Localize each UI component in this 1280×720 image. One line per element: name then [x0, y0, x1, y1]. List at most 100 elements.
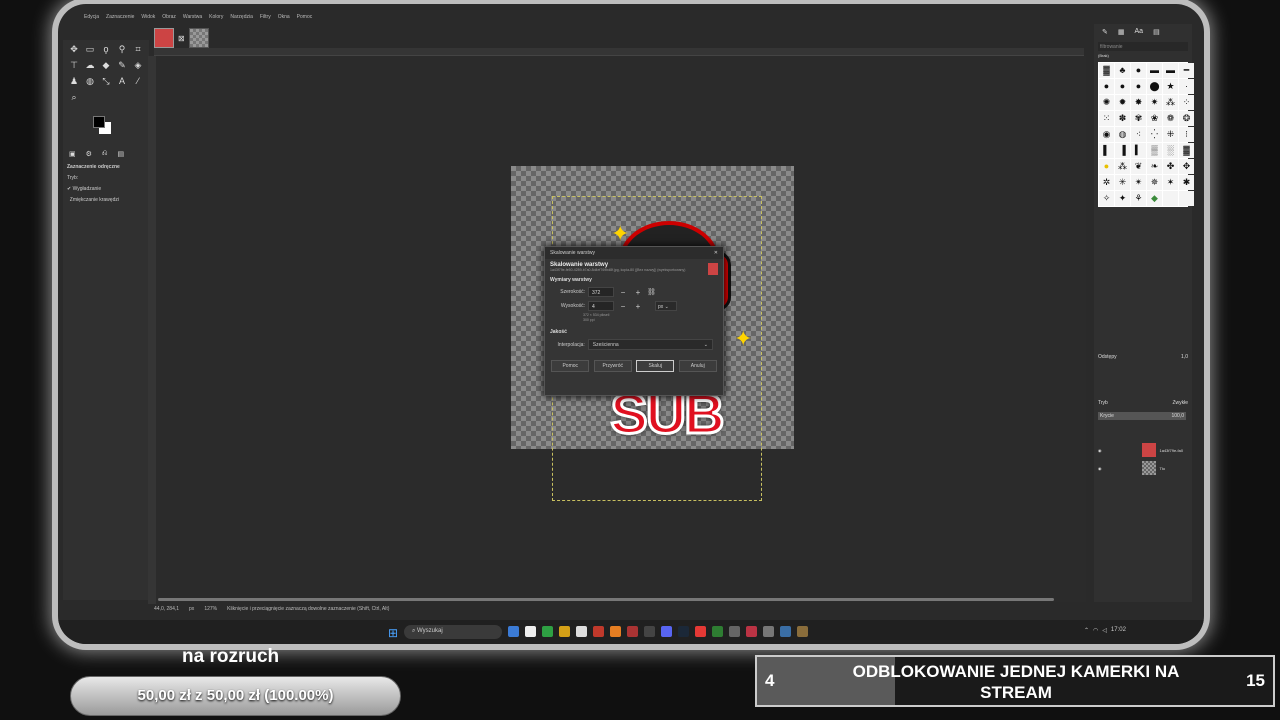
brush-item[interactable]: ✧: [1099, 191, 1114, 206]
menu-image[interactable]: Obraz: [162, 14, 176, 26]
layer-row[interactable]: ◉ 1a43f79e-fa0: [1098, 442, 1188, 458]
brush-item[interactable]: [1179, 191, 1194, 206]
brush-item[interactable]: ⁘: [1179, 95, 1194, 110]
brush-item[interactable]: ▓: [1179, 143, 1194, 158]
taskbar-search[interactable]: ⌕ Wyszukaj: [404, 625, 502, 639]
brush-item[interactable]: ⁜: [1163, 127, 1178, 142]
image-tab-1[interactable]: [154, 28, 174, 48]
brush-item[interactable]: ✷: [1147, 95, 1162, 110]
app-icon[interactable]: [525, 626, 536, 637]
brush-item[interactable]: ✳: [1115, 175, 1130, 190]
minus-icon[interactable]: −: [617, 302, 629, 311]
app-icon[interactable]: [559, 626, 570, 637]
brushes-tab-icon[interactable]: ✎: [1102, 28, 1108, 36]
eraser-icon[interactable]: ◈: [131, 58, 145, 72]
app-icon[interactable]: [678, 626, 689, 637]
tool-options-tab-icon[interactable]: ▣: [69, 150, 76, 158]
menu-view[interactable]: Widok: [141, 14, 155, 26]
volume-icon[interactable]: ◁: [1102, 627, 1107, 634]
brush-item[interactable]: ●: [1099, 159, 1114, 174]
close-icon[interactable]: ⊠: [178, 34, 185, 43]
crop-icon[interactable]: ⌗: [131, 42, 145, 56]
fg-bg-colors[interactable]: [93, 116, 117, 138]
scale-button[interactable]: Skaluj: [636, 360, 675, 372]
brush-filter-input[interactable]: filtrowanie: [1098, 42, 1188, 51]
gimp-app-icon[interactable]: [797, 626, 808, 637]
brush-item[interactable]: ✴: [1131, 175, 1146, 190]
menu-filters[interactable]: Filtry: [260, 14, 271, 26]
brush-item[interactable]: ✸: [1131, 95, 1146, 110]
brush-item[interactable]: ◆: [1147, 191, 1162, 206]
app-icon[interactable]: [712, 626, 723, 637]
menu-tools[interactable]: Narzędzia: [230, 14, 253, 26]
brush-item[interactable]: ✥: [1179, 159, 1194, 174]
app-icon[interactable]: [746, 626, 757, 637]
plus-icon[interactable]: +: [632, 302, 644, 311]
brush-item[interactable]: ⁝: [1179, 127, 1194, 142]
brush-item[interactable]: ▬: [1147, 63, 1162, 78]
image-tab-2[interactable]: [188, 28, 209, 48]
cancel-button[interactable]: Anuluj: [678, 360, 717, 372]
brush-item[interactable]: ✹: [1115, 95, 1130, 110]
app-icon[interactable]: [576, 626, 587, 637]
brush-item[interactable]: ✽: [1115, 111, 1130, 126]
paintbrush-icon[interactable]: ✎: [115, 58, 129, 72]
brush-item[interactable]: ●: [1099, 79, 1114, 94]
brush-item[interactable]: ▒: [1147, 143, 1162, 158]
feather-checkbox[interactable]: Zmiękczanie krawędzi: [63, 195, 149, 206]
vertical-ruler[interactable]: [148, 56, 156, 604]
brush-item[interactable]: ❂: [1179, 111, 1194, 126]
plus-icon[interactable]: +: [632, 288, 644, 297]
color-picker-icon[interactable]: ⁄: [131, 74, 145, 88]
images-tab-icon[interactable]: ▤: [118, 150, 125, 158]
fonts-tab-icon[interactable]: Aa: [1135, 28, 1144, 36]
minus-icon[interactable]: −: [617, 288, 629, 297]
device-status-tab-icon[interactable]: ⚙: [86, 150, 92, 158]
undo-history-tab-icon[interactable]: ⎌: [102, 150, 108, 158]
paths-icon[interactable]: ⤡: [99, 74, 113, 88]
app-icon[interactable]: [763, 626, 774, 637]
spacing-row[interactable]: Odstępy 1,0: [1098, 354, 1188, 360]
antialias-checkbox[interactable]: ✔ Wygładzanie: [63, 184, 149, 195]
document-history-tab-icon[interactable]: ▤: [1153, 28, 1160, 36]
app-icon[interactable]: [780, 626, 791, 637]
app-icon[interactable]: [508, 626, 519, 637]
brush-item[interactable]: ●: [1115, 79, 1130, 94]
app-icon[interactable]: [610, 626, 621, 637]
clone-icon[interactable]: ♟: [67, 74, 81, 88]
brush-item[interactable]: ⚘: [1131, 191, 1146, 206]
brush-item[interactable]: ✺: [1099, 95, 1114, 110]
menu-select[interactable]: Zaznaczenie: [106, 14, 134, 26]
brush-item[interactable]: ⁖: [1131, 127, 1146, 142]
transform-icon[interactable]: ⊤: [67, 58, 81, 72]
menu-windows[interactable]: Okna: [278, 14, 290, 26]
chain-link-icon[interactable]: ⛓: [647, 288, 656, 296]
zoom-select[interactable]: 127%: [204, 606, 217, 612]
brush-item[interactable]: ⁛: [1147, 127, 1162, 142]
layer-row[interactable]: ◉ Tło: [1098, 460, 1188, 476]
eye-icon[interactable]: ◉: [1098, 448, 1102, 453]
interpolation-select[interactable]: Sześcienna ⌄: [587, 339, 713, 350]
brush-item[interactable]: ·: [1179, 79, 1194, 94]
brush-item[interactable]: ✲: [1099, 175, 1114, 190]
clock[interactable]: 17:02: [1111, 627, 1126, 634]
width-input[interactable]: 372: [588, 287, 614, 297]
app-icon[interactable]: [695, 626, 706, 637]
menu-help[interactable]: Pomoc: [297, 14, 313, 26]
brush-item[interactable]: ▍: [1131, 143, 1146, 158]
app-icon[interactable]: [542, 626, 553, 637]
zoom-icon[interactable]: ⌕: [67, 90, 81, 104]
wifi-icon[interactable]: ◠: [1093, 627, 1098, 634]
app-icon[interactable]: [729, 626, 740, 637]
brush-item[interactable]: ⁙: [1099, 111, 1114, 126]
text-tool-icon[interactable]: A: [115, 74, 129, 88]
app-icon[interactable]: [661, 626, 672, 637]
brush-item[interactable]: ❦: [1131, 159, 1146, 174]
brush-item[interactable]: ▐: [1115, 143, 1130, 158]
brush-item[interactable]: ▬: [1163, 63, 1178, 78]
app-icon[interactable]: [644, 626, 655, 637]
app-icon[interactable]: [593, 626, 604, 637]
brush-item[interactable]: ✦: [1115, 191, 1130, 206]
smudge-icon[interactable]: ◍: [83, 74, 97, 88]
windows-start-icon[interactable]: ⊞: [388, 626, 398, 640]
